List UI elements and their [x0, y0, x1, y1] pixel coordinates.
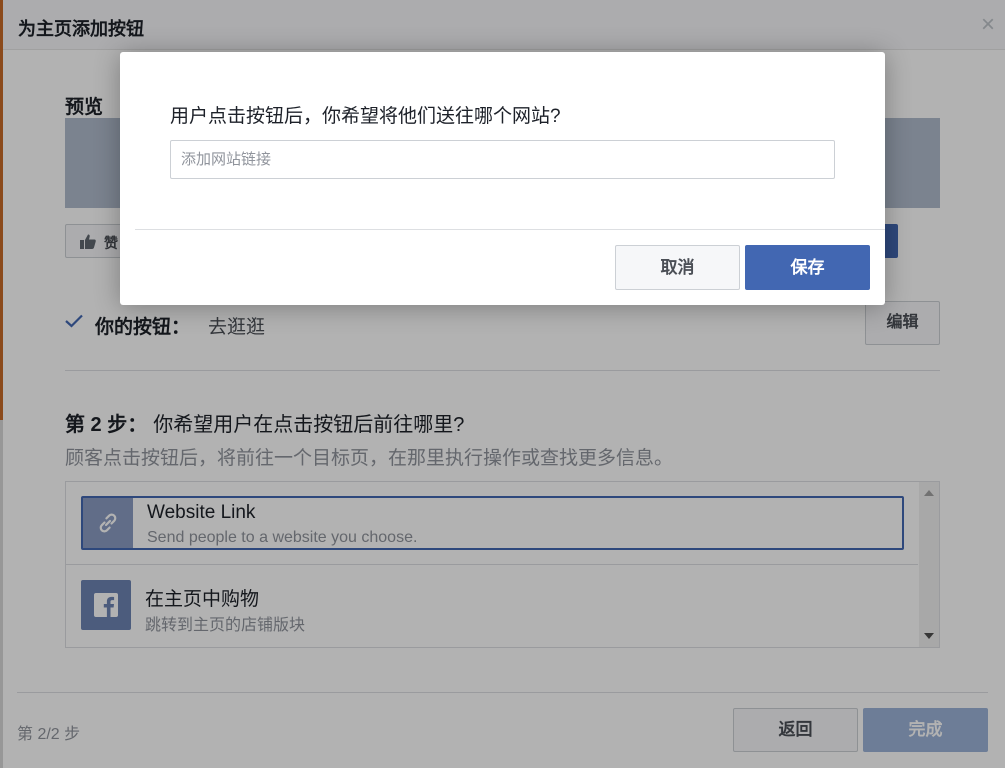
cancel-button[interactable]: 取消 — [615, 245, 740, 290]
url-question: 用户点击按钮后，你希望将他们送往哪个网站? — [170, 106, 561, 127]
screen: 为主页添加按钮 × 预览 赞 你的按钮： 去逛逛 编辑 第 2 步： 你希望用户在… — [0, 0, 1005, 768]
website-url-input[interactable] — [170, 140, 835, 179]
website-url-modal: 用户点击按钮后，你希望将他们送往哪个网站? 取消 保存 — [120, 52, 885, 305]
modal-divider — [135, 229, 885, 230]
save-button[interactable]: 保存 — [745, 245, 870, 290]
